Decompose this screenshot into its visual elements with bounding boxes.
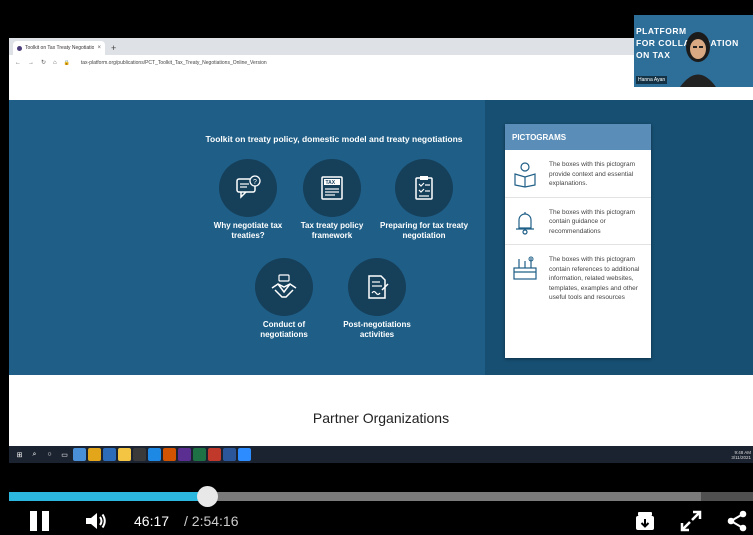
progress-fill bbox=[9, 492, 208, 501]
pictogram-text: The boxes with this pictogram contain gu… bbox=[549, 208, 635, 235]
signed-document-icon bbox=[348, 258, 406, 316]
presenter-name: Hanna Ayan bbox=[636, 76, 668, 84]
pictogram-row: The boxes with this pictogram provide co… bbox=[505, 150, 651, 198]
checklist-icon bbox=[395, 159, 453, 217]
tool-label: Conduct of negotiations bbox=[260, 320, 308, 339]
pause-icon bbox=[42, 511, 49, 531]
pause-icon bbox=[30, 511, 37, 531]
pause-button[interactable] bbox=[30, 511, 50, 531]
toolbox-icon bbox=[513, 256, 537, 280]
clock-date: 3/11/2021 bbox=[731, 454, 751, 460]
partners-heading: Partner Organizations bbox=[312, 410, 450, 426]
video-player: Toolkit on Tax Treaty Negotiation × + ← … bbox=[0, 0, 753, 535]
browser-tab[interactable]: Toolkit on Tax Treaty Negotiation × bbox=[13, 41, 105, 55]
tool-label: Preparing for tax treaty negotiation bbox=[379, 221, 469, 240]
speech-bubble-question-icon: ? bbox=[219, 159, 277, 217]
scrubber-handle[interactable] bbox=[197, 486, 219, 507]
zoom-app-icon[interactable] bbox=[238, 448, 251, 461]
current-time: 46:17 bbox=[134, 513, 170, 529]
explorer-app-icon[interactable] bbox=[118, 448, 131, 461]
bell-icon bbox=[516, 211, 534, 235]
chrome-app-icon[interactable] bbox=[88, 448, 101, 461]
progress-bar[interactable] bbox=[9, 492, 753, 501]
tool-why-negotiate[interactable]: ? Why negotiate tax treaties? bbox=[203, 159, 293, 241]
os-taskbar: ⊞ ⌕ ○ ▭ 9:48 AM 3/11/2021 bbox=[9, 446, 753, 463]
tool-label: Why negotiate tax treaties? bbox=[213, 221, 283, 240]
player-controls: 46:17 / 2:54:16 bbox=[0, 505, 753, 535]
word-app-icon[interactable] bbox=[223, 448, 236, 461]
reader-book-icon bbox=[514, 162, 536, 188]
new-tab-button[interactable]: + bbox=[111, 41, 116, 55]
edge-app-icon[interactable] bbox=[73, 448, 86, 461]
reload-icon[interactable]: ↻ bbox=[41, 59, 46, 66]
total-time: / 2:54:16 bbox=[184, 513, 239, 529]
webcam-overlay: PLATFORM FOR COLLABORATION ON TAX Hanna … bbox=[634, 15, 753, 87]
excel-app-icon[interactable] bbox=[193, 448, 206, 461]
outlook-app-icon[interactable] bbox=[103, 448, 116, 461]
pictogram-text: The boxes with this pictogram provide co… bbox=[549, 161, 635, 187]
pictogram-row: The boxes with this pictogram contain gu… bbox=[505, 198, 651, 245]
svg-text:TAX: TAX bbox=[326, 180, 336, 186]
clock-time: 9:48 AM bbox=[734, 449, 751, 455]
search-icon[interactable]: ⌕ bbox=[28, 448, 41, 461]
lock-icon: 🔒 bbox=[63, 59, 70, 66]
powerpoint-app-icon[interactable] bbox=[208, 448, 221, 461]
url-field[interactable]: tax-platform.org/publications/PCT_Toolki… bbox=[81, 60, 267, 66]
volume-icon[interactable] bbox=[84, 510, 108, 532]
presenter-video bbox=[680, 32, 716, 87]
app-icon[interactable] bbox=[163, 448, 176, 461]
pictogram-row: The boxes with this pictogram contain re… bbox=[505, 245, 651, 311]
task-view-icon[interactable]: ▭ bbox=[58, 448, 71, 461]
tab-title: Toolkit on Tax Treaty Negotiation bbox=[25, 45, 95, 51]
share-icon[interactable] bbox=[726, 510, 748, 532]
tool-policy-framework[interactable]: TAX Tax treaty policy framework bbox=[287, 159, 377, 241]
tool-label: Tax treaty policy framework bbox=[300, 221, 364, 240]
close-tab-icon[interactable]: × bbox=[97, 45, 101, 51]
tax-document-icon: TAX bbox=[303, 159, 361, 217]
favicon-icon bbox=[17, 45, 22, 51]
webpage: Toolkit on treaty policy, domestic model… bbox=[9, 100, 753, 446]
fullscreen-icon[interactable] bbox=[680, 510, 702, 532]
toolkit-title: Toolkit on treaty policy, domestic model… bbox=[205, 134, 463, 144]
cortana-icon[interactable]: ○ bbox=[43, 448, 56, 461]
svg-text:?: ? bbox=[253, 179, 257, 186]
pictograms-card: PICTOGRAMS The boxes with this pictogram… bbox=[505, 124, 651, 358]
tool-post-negotiations[interactable]: Post-negotiations activities bbox=[332, 258, 422, 340]
pictograms-title: PICTOGRAMS bbox=[505, 124, 651, 150]
download-icon[interactable] bbox=[634, 510, 656, 532]
tool-preparing[interactable]: Preparing for tax treaty negotiation bbox=[379, 159, 469, 241]
back-icon[interactable]: ← bbox=[15, 60, 21, 66]
taskbar-clock: 9:48 AM 3/11/2021 bbox=[731, 450, 753, 460]
windows-start-icon[interactable]: ⊞ bbox=[13, 448, 26, 461]
home-icon[interactable]: ⌂ bbox=[53, 60, 57, 66]
pictogram-text: The boxes with this pictogram contain re… bbox=[549, 256, 640, 301]
forward-icon[interactable]: → bbox=[28, 60, 34, 66]
teams-app-icon[interactable] bbox=[178, 448, 191, 461]
tool-conduct[interactable]: Conduct of negotiations bbox=[239, 258, 329, 340]
app-icon[interactable] bbox=[133, 448, 146, 461]
tool-label: Post-negotiations activities bbox=[343, 320, 411, 339]
handshake-icon bbox=[255, 258, 313, 316]
app-icon[interactable] bbox=[148, 448, 161, 461]
